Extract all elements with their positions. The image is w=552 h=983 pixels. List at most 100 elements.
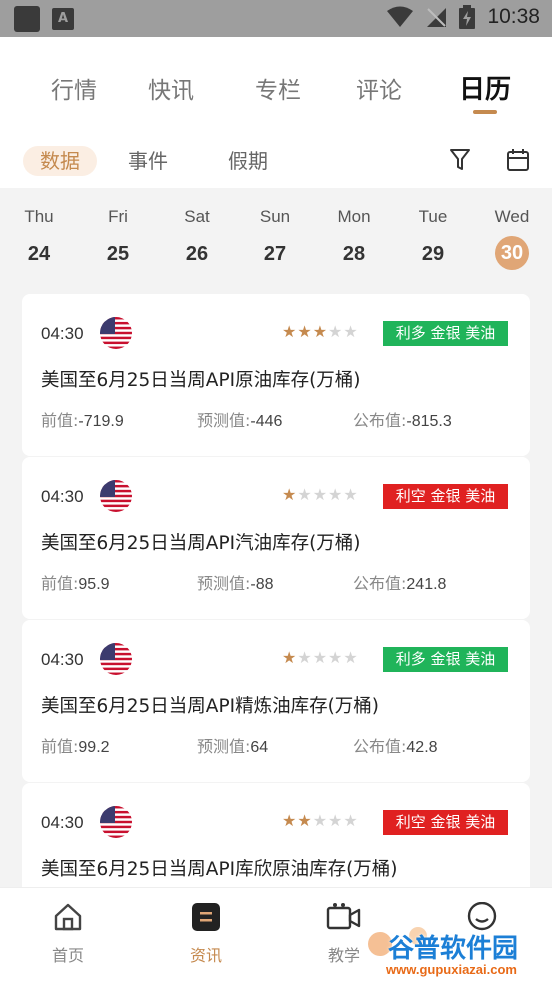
event-card[interactable]: 04:30 ★★★★★ 利多 金银 美油 美国至6月25日当周API精炼油库存(万桶)… [22, 620, 530, 782]
impact-badge: 利多 金银 美油 [383, 321, 508, 346]
day-thu[interactable]: Thu 24 [9, 188, 69, 270]
tab-market[interactable]: 行情 [51, 71, 97, 105]
star-icon: ★ [282, 648, 298, 667]
us-flag-icon [100, 480, 132, 512]
actual-value: 公布值:-815.3 [353, 407, 452, 431]
forecast-value: 预测值:64 [197, 733, 268, 757]
day-number: 30 [495, 236, 529, 270]
event-list: 04:30 ★★★★★ 利多 金银 美油 美国至6月25日当周API原油库存(万桶) 前… [22, 294, 530, 946]
day-sat[interactable]: Sat 26 [167, 188, 227, 270]
importance-stars: ★★★★★ [282, 811, 359, 830]
star-icon: ★ [312, 811, 329, 830]
previous-number: 95.9 [78, 576, 110, 593]
forecast-value: 预测值:-88 [197, 570, 274, 594]
day-fri[interactable]: Fri 25 [88, 188, 148, 270]
wifi-icon [387, 6, 414, 27]
day-number: 27 [263, 243, 287, 265]
day-name: Tue [418, 207, 448, 226]
forecast-number: -446 [250, 413, 283, 430]
day-number: 28 [342, 243, 366, 265]
event-card[interactable]: 04:30 ★★★★★ 利多 金银 美油 美国至6月25日当周API原油库存(万桶) 前… [22, 294, 530, 456]
actual-number: 241.8 [406, 576, 447, 593]
importance-stars: ★★★★★ [282, 648, 359, 667]
day-wed-selected[interactable]: Wed 30 [482, 188, 542, 270]
active-tab-indicator [473, 110, 497, 114]
forecast-label: 预测值: [197, 737, 251, 756]
previous-value: 前值:-719.9 [41, 407, 124, 431]
forecast-number: 64 [250, 739, 269, 756]
no-signal-icon [427, 8, 447, 27]
event-card[interactable]: 04:30 ★★★★★ 利空 金银 美油 美国至6月25日当周API汽油库存(万桶) 前… [22, 457, 530, 619]
star-icon: ★ [297, 811, 313, 830]
actual-label: 公布值: [353, 411, 407, 430]
watermark-url: www.gupuxiazai.com [386, 962, 517, 977]
tab-comment[interactable]: 评论 [356, 71, 402, 105]
star-icon: ★ [297, 322, 313, 341]
us-flag-icon [100, 317, 132, 349]
previous-value: 前值:95.9 [41, 570, 110, 594]
actual-label: 公布值: [353, 574, 407, 593]
tab-column[interactable]: 专栏 [255, 71, 301, 105]
clock: 10:38 [487, 5, 540, 28]
event-time: 04:30 [41, 324, 84, 343]
day-name: Wed [494, 207, 530, 226]
day-number: 26 [185, 243, 209, 265]
day-mon[interactable]: Mon 28 [324, 188, 384, 270]
star-icon: ★ [343, 485, 359, 504]
day-number: 25 [106, 243, 130, 265]
day-name: Thu [24, 207, 54, 226]
previous-label: 前值: [41, 574, 79, 593]
star-icon: ★ [297, 648, 313, 667]
forecast-label: 预测值: [197, 411, 251, 430]
star-icon: ★ [312, 322, 329, 341]
subtab-holidays[interactable]: 假期 [228, 146, 268, 176]
event-title: 美国至6月25日当周API原油库存(万桶) [41, 370, 361, 391]
nav-news[interactable]: 资讯 [161, 902, 251, 966]
previous-number: 99.2 [78, 739, 110, 756]
day-name: Mon [337, 207, 371, 226]
calendar-icon[interactable] [506, 148, 530, 172]
star-icon: ★ [328, 648, 344, 667]
day-number: 24 [27, 243, 51, 265]
star-icon: ★ [343, 322, 359, 341]
day-tue[interactable]: Tue 29 [403, 188, 463, 270]
actual-value: 公布值:241.8 [353, 570, 446, 594]
tab-flash[interactable]: 快讯 [148, 71, 194, 105]
watermark-text: 谷普软件园 [388, 934, 519, 964]
top-tab-bar: 行情 快讯 专栏 评论 日历 [0, 37, 552, 132]
video-icon [326, 903, 361, 930]
subtab-data[interactable]: 数据 [23, 146, 97, 176]
day-name: Fri [108, 207, 128, 226]
forecast-label: 预测值: [197, 574, 251, 593]
event-time: 04:30 [41, 487, 84, 506]
star-icon: ★ [282, 485, 298, 504]
nav-home-label: 首页 [51, 946, 84, 965]
battery-icon [459, 5, 476, 29]
day-sun[interactable]: Sun 27 [245, 188, 305, 270]
event-time: 04:30 [41, 650, 84, 669]
importance-stars: ★★★★★ [282, 322, 359, 341]
week-strip: Thu 24 Fri 25 Sat 26 Sun 27 Mon 28 Tue 29 Wed 3… [0, 188, 552, 278]
day-number: 29 [421, 243, 445, 265]
forecast-value: 预测值:-446 [197, 407, 282, 431]
previous-label: 前值: [41, 411, 79, 430]
star-icon: ★ [328, 322, 344, 341]
star-icon: ★ [343, 648, 359, 667]
filter-icon[interactable] [449, 148, 471, 172]
actual-label: 公布值: [353, 737, 407, 756]
actual-number: 42.8 [406, 739, 438, 756]
importance-stars: ★★★★★ [282, 485, 359, 504]
actual-number: -815.3 [406, 413, 452, 430]
sub-tab-bar: 数据 事件 假期 [0, 132, 552, 188]
event-title: 美国至6月25日当周API汽油库存(万桶) [41, 533, 361, 554]
star-icon: ★ [312, 648, 329, 667]
event-title: 美国至6月25日当周API库欣原油库存(万桶) [41, 859, 398, 880]
tab-calendar[interactable]: 日历 [459, 69, 511, 106]
status-bar: A 10:38 [0, 0, 552, 37]
notification-icon [14, 6, 40, 32]
impact-badge: 利多 金银 美油 [383, 647, 508, 672]
star-icon: ★ [282, 322, 298, 341]
nav-home[interactable]: 首页 [23, 902, 113, 966]
event-time: 04:30 [41, 813, 84, 832]
subtab-events[interactable]: 事件 [128, 146, 168, 176]
